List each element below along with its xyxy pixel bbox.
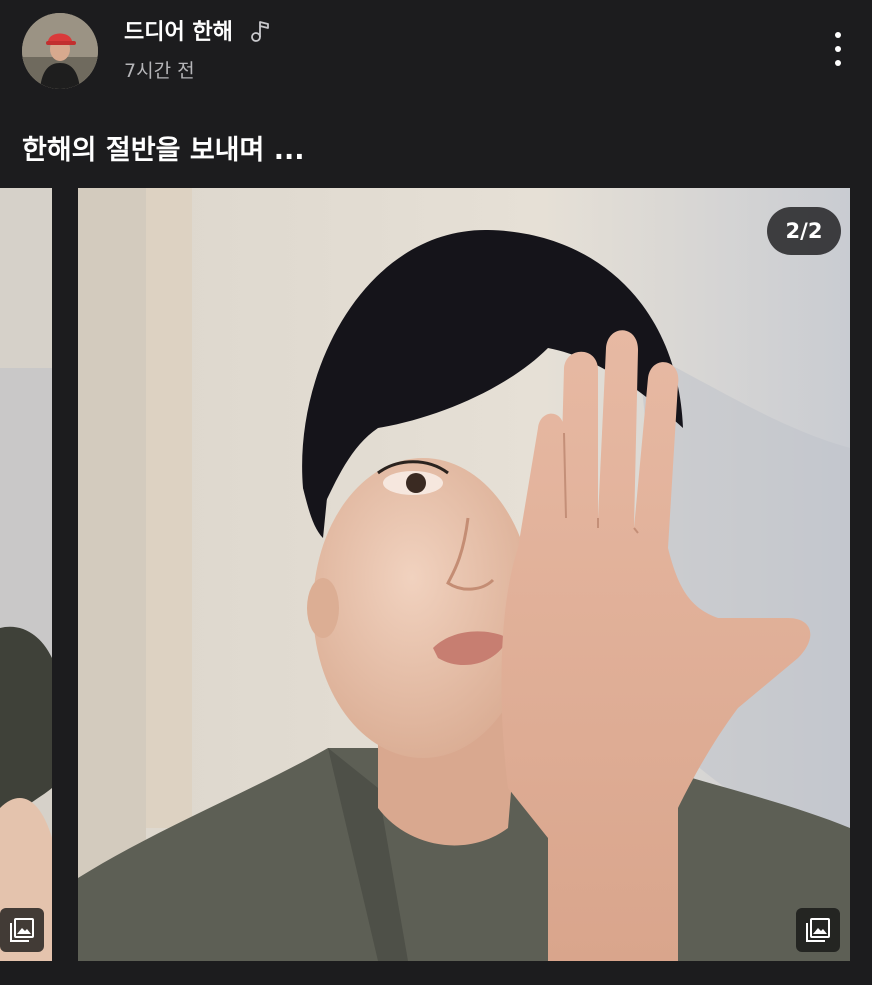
more-dot (835, 32, 841, 38)
image-carousel[interactable] (0, 188, 872, 963)
photo-gallery-icon (0, 908, 44, 952)
more-vertical-icon[interactable] (822, 26, 854, 72)
more-dot (835, 60, 841, 66)
more-dot (835, 46, 841, 52)
author-name[interactable]: 드디어 한해 (124, 14, 233, 46)
post-header: 드디어 한해 7시간 전 (0, 0, 872, 110)
post-timestamp: 7시간 전 (124, 60, 195, 82)
photo-gallery-icon (796, 908, 840, 952)
music-note-icon (249, 18, 273, 44)
carousel-counter-badge: 2/2 (767, 207, 841, 255)
post-caption: 한해의 절반을 보내며 ... (22, 135, 305, 166)
avatar[interactable] (22, 13, 98, 89)
carousel-slide-current[interactable] (78, 188, 850, 961)
carousel-slide-previous[interactable] (0, 188, 52, 961)
